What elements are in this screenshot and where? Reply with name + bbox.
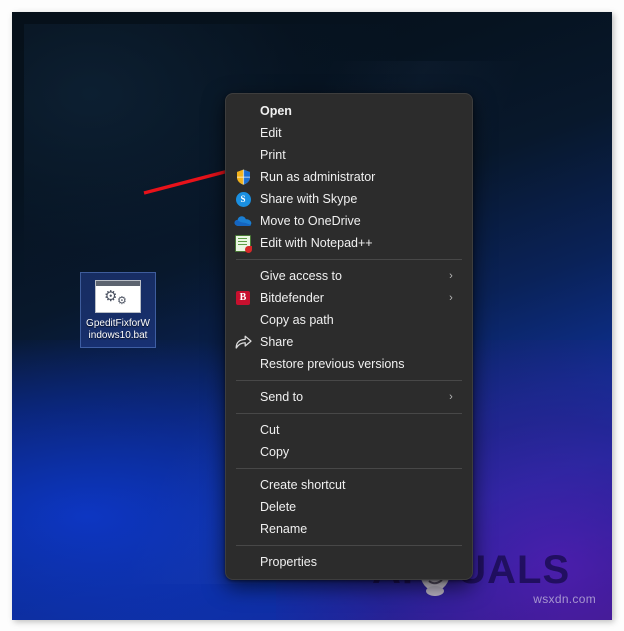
gear-large-icon: ⚙ bbox=[104, 288, 118, 305]
menu-item-share-with-skype[interactable]: S Share with Skype bbox=[226, 188, 472, 210]
menu-item-label: Edit bbox=[260, 126, 282, 140]
menu-item-label: Share bbox=[260, 335, 294, 349]
menu-item-icon-none bbox=[226, 441, 260, 463]
menu-item-restore-previous-versions[interactable]: Restore previous versions bbox=[226, 353, 472, 375]
menu-item-icon-none bbox=[226, 474, 260, 496]
desktop-file-icon[interactable]: ⚙ ⚙ GpeditFixforWindows10.bat bbox=[80, 272, 156, 348]
menu-item-properties[interactable]: Properties bbox=[226, 551, 472, 573]
gear-small-icon: ⚙ bbox=[117, 295, 127, 307]
menu-item-delete[interactable]: Delete bbox=[226, 496, 472, 518]
menu-item-label: Cut bbox=[260, 423, 280, 437]
menu-item-label: Open bbox=[260, 104, 292, 118]
menu-item-label: Delete bbox=[260, 500, 297, 514]
menu-item-label: Restore previous versions bbox=[260, 357, 405, 371]
menu-item-icon-none bbox=[226, 309, 260, 331]
menu-item-icon-none bbox=[226, 100, 260, 122]
screenshot-frame: ⚙ ⚙ GpeditFixforWindows10.bat APPUALS bbox=[0, 0, 624, 631]
menu-item-label: Rename bbox=[260, 522, 308, 536]
menu-item-label: Send to bbox=[260, 390, 304, 404]
menu-item-send-to[interactable]: Send to › bbox=[226, 386, 472, 408]
menu-item-label: Print bbox=[260, 148, 286, 162]
menu-item-cut[interactable]: Cut bbox=[226, 419, 472, 441]
desktop-file-label: GpeditFixforWindows10.bat bbox=[86, 318, 150, 341]
site-credit-text: wsxdn.com bbox=[533, 592, 596, 606]
menu-item-move-to-onedrive[interactable]: Move to OneDrive bbox=[226, 210, 472, 232]
menu-item-label: Edit with Notepad++ bbox=[260, 236, 373, 250]
menu-item-open[interactable]: Open bbox=[226, 100, 472, 122]
menu-item-icon-none bbox=[226, 265, 260, 287]
chevron-right-icon: › bbox=[449, 292, 453, 304]
menu-item-label: Give access to bbox=[260, 269, 342, 283]
menu-item-edit[interactable]: Edit bbox=[226, 122, 472, 144]
menu-separator bbox=[236, 413, 462, 414]
menu-separator bbox=[236, 259, 462, 260]
chevron-right-icon: › bbox=[449, 391, 453, 403]
menu-item-label: Create shortcut bbox=[260, 478, 346, 492]
menu-item-icon-none bbox=[226, 518, 260, 540]
menu-item-icon-none bbox=[226, 144, 260, 166]
menu-item-create-shortcut[interactable]: Create shortcut bbox=[226, 474, 472, 496]
file-icon-selection-box[interactable]: ⚙ ⚙ GpeditFixforWindows10.bat bbox=[80, 272, 156, 348]
menu-item-icon-none bbox=[226, 496, 260, 518]
menu-item-label: Properties bbox=[260, 555, 317, 569]
file-context-menu[interactable]: Open Edit Print Run as administrator S Share … bbox=[225, 93, 473, 580]
menu-item-copy[interactable]: Copy bbox=[226, 441, 472, 463]
menu-item-share[interactable]: Share bbox=[226, 331, 472, 353]
menu-item-label: Run as administrator bbox=[260, 170, 376, 184]
menu-item-label: Move to OneDrive bbox=[260, 214, 361, 228]
menu-item-icon-none bbox=[226, 353, 260, 375]
onedrive-cloud-icon bbox=[226, 210, 260, 232]
menu-separator bbox=[236, 545, 462, 546]
menu-separator bbox=[236, 468, 462, 469]
bitdefender-icon: B bbox=[226, 287, 260, 309]
menu-item-icon-none bbox=[226, 386, 260, 408]
chevron-right-icon: › bbox=[449, 270, 453, 282]
menu-item-icon-none bbox=[226, 419, 260, 441]
uac-shield-icon bbox=[226, 166, 260, 188]
menu-item-icon-none bbox=[226, 122, 260, 144]
desktop-wallpaper[interactable]: ⚙ ⚙ GpeditFixforWindows10.bat APPUALS bbox=[12, 12, 612, 620]
menu-item-print[interactable]: Print bbox=[226, 144, 472, 166]
menu-item-label: Share with Skype bbox=[260, 192, 358, 206]
menu-item-edit-with-notepad[interactable]: Edit with Notepad++ bbox=[226, 232, 472, 254]
menu-item-run-as-administrator[interactable]: Run as administrator bbox=[226, 166, 472, 188]
menu-item-bitdefender[interactable]: B Bitdefender › bbox=[226, 287, 472, 309]
skype-icon: S bbox=[226, 188, 260, 210]
menu-item-label: Copy as path bbox=[260, 313, 334, 327]
menu-separator bbox=[236, 380, 462, 381]
bat-script-gears-icon: ⚙ ⚙ bbox=[95, 280, 141, 313]
menu-item-icon-none bbox=[226, 551, 260, 573]
notepad-plus-plus-icon bbox=[226, 232, 260, 254]
menu-item-label: Bitdefender bbox=[260, 291, 324, 305]
share-arrow-icon bbox=[226, 331, 260, 353]
menu-item-copy-as-path[interactable]: Copy as path bbox=[226, 309, 472, 331]
menu-item-rename[interactable]: Rename bbox=[226, 518, 472, 540]
menu-item-label: Copy bbox=[260, 445, 290, 459]
menu-item-give-access-to[interactable]: Give access to › bbox=[226, 265, 472, 287]
